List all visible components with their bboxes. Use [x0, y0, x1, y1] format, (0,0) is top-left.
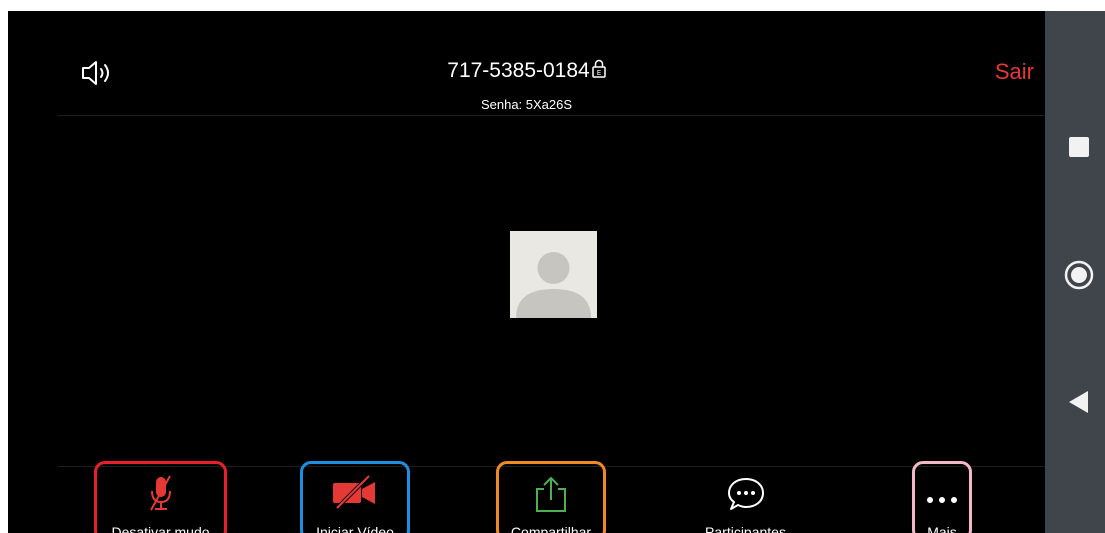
- unmute-label: Desativar mudo: [111, 524, 210, 533]
- start-video-button[interactable]: Iniciar Vídeo: [300, 461, 410, 533]
- unmute-button[interactable]: Desativar mudo: [94, 461, 227, 533]
- chat-bubble-icon: [726, 474, 766, 519]
- top-divider: [58, 115, 1045, 116]
- microphone-muted-icon: [146, 474, 176, 519]
- meeting-id-text: 717-5385-0184: [447, 59, 590, 82]
- start-video-label: Iniciar Vídeo: [316, 524, 394, 533]
- video-off-icon: [331, 474, 379, 515]
- ellipsis-icon: [922, 474, 962, 519]
- svg-text:E: E: [597, 69, 601, 77]
- share-upload-icon: [532, 474, 570, 519]
- default-user-avatar: [516, 252, 591, 318]
- home-button[interactable]: [1045, 255, 1105, 295]
- meeting-id-title: 717-5385-0184 E: [8, 58, 1045, 84]
- more-button[interactable]: Mais: [912, 461, 972, 533]
- leave-button[interactable]: Sair: [995, 59, 1034, 85]
- meeting-password: Senha: 5Xa26S: [480, 97, 573, 112]
- back-button[interactable]: [1045, 382, 1105, 422]
- lock-encrypted-icon: E: [591, 58, 606, 84]
- square-icon: [1069, 137, 1089, 157]
- share-label: Compartilhar: [510, 524, 592, 533]
- more-label: Mais: [927, 524, 957, 533]
- meeting-screen: 717-5385-0184 E Senha: 5Xa26S Sair Desat…: [8, 11, 1045, 533]
- participants-button[interactable]: Participantes: [683, 461, 808, 533]
- share-button[interactable]: Compartilhar: [496, 461, 606, 533]
- participants-label: Participantes: [705, 524, 786, 533]
- participant-avatar: [510, 231, 597, 318]
- android-navigation-bar: [1045, 11, 1105, 533]
- triangle-back-icon: [1069, 391, 1088, 413]
- circle-icon: [1064, 260, 1094, 290]
- recent-apps-button[interactable]: [1045, 127, 1105, 167]
